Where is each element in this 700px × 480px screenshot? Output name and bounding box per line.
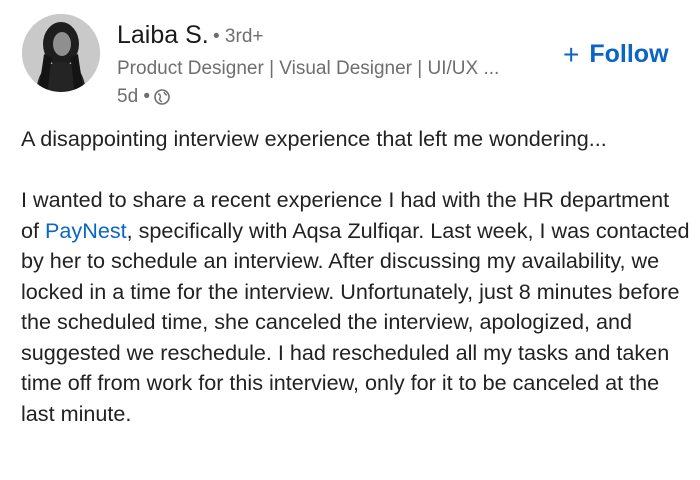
post-time: 5d • [117,86,151,107]
author-headline: Product Designer | Visual Designer | UI/… [117,58,500,79]
post-body-rest: , specifically with Aqsa Zulfiqar. Last … [21,217,690,426]
avatar-photo [22,14,100,92]
post-intro: A disappointing interview experience tha… [21,126,607,151]
globe-icon [154,89,170,105]
company-mention-link[interactable]: PayNest [45,218,127,243]
follow-label: Follow [589,40,669,68]
post-body: I wanted to share a recent experience I … [21,185,693,429]
connection-degree: • 3rd+ [213,26,264,47]
post-meta: 5d • [117,86,170,108]
avatar[interactable] [22,14,100,92]
follow-button[interactable]: + Follow [563,40,669,69]
post-text: A disappointing interview experience tha… [21,124,693,429]
author-name[interactable]: Laiba S. [117,21,209,50]
linkedin-post: Laiba S. • 3rd+ Product Designer | Visua… [0,0,700,480]
plus-icon: + [563,38,580,70]
